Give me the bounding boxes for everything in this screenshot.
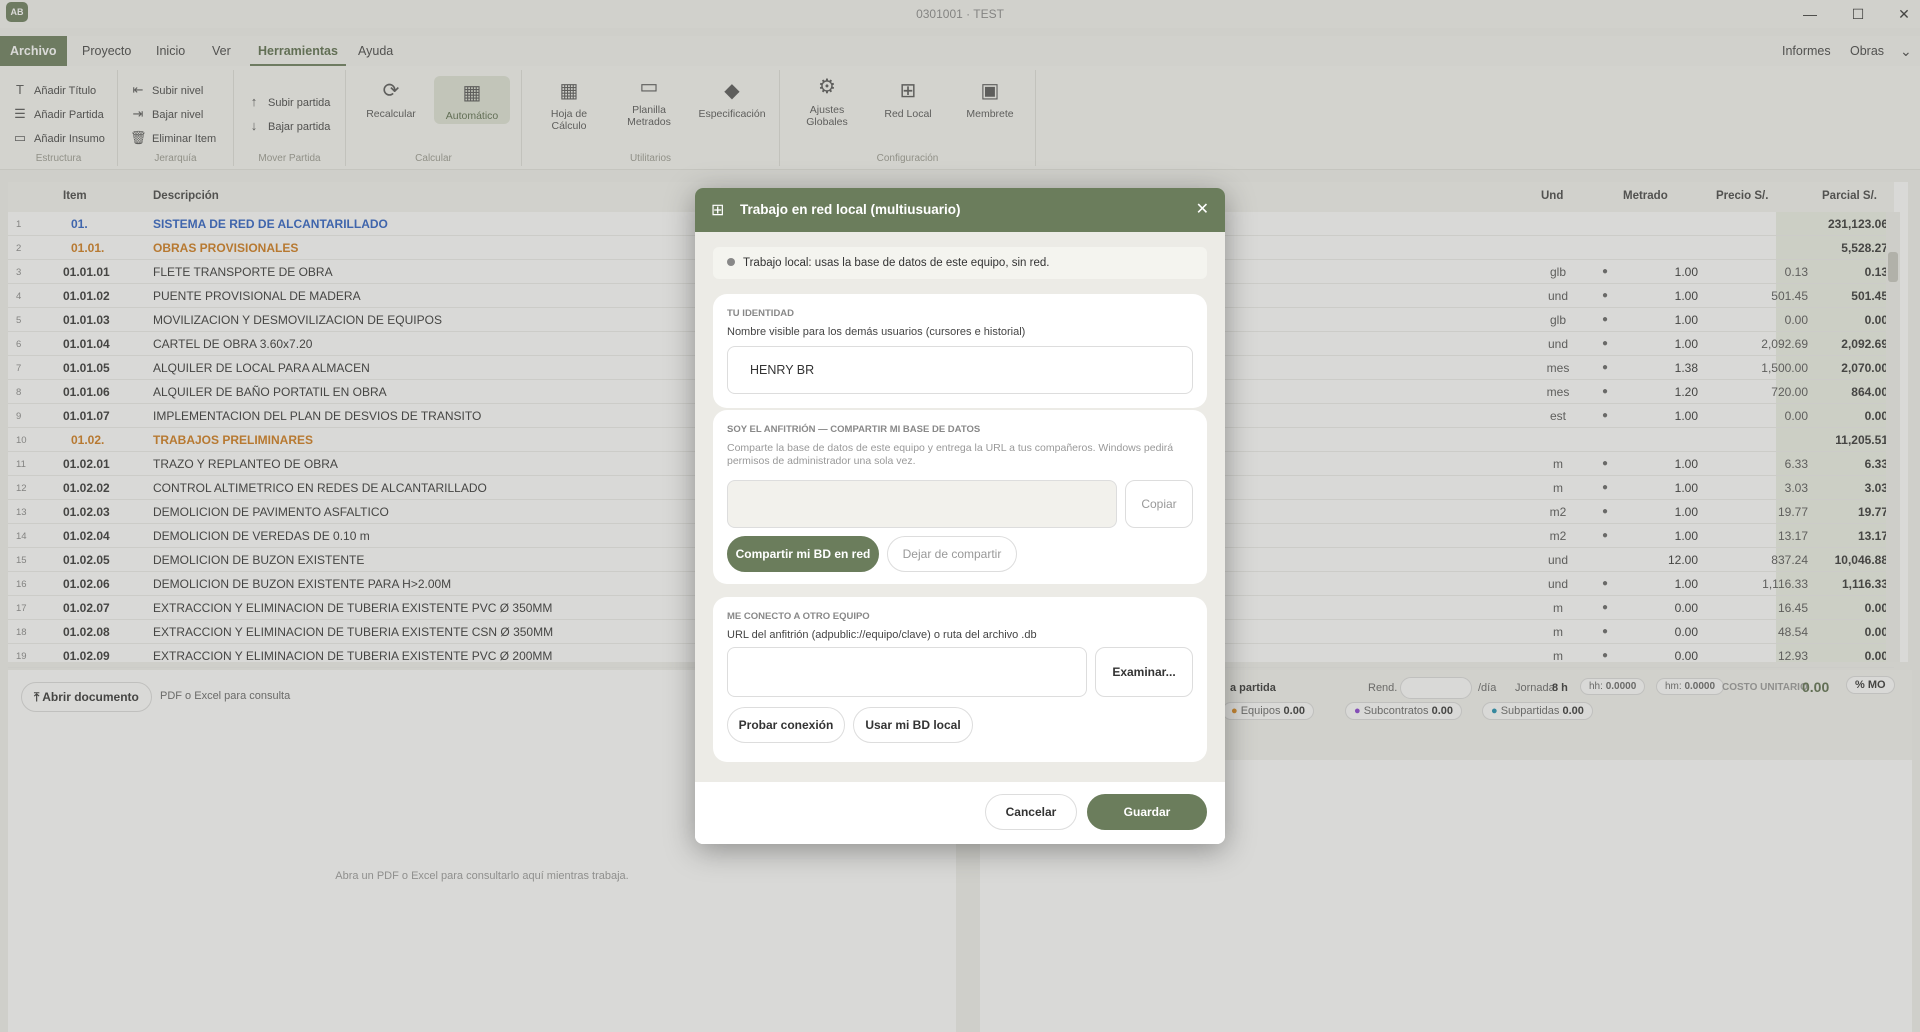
host-title: SOY EL ANFITRIÓN — COMPARTIR MI BASE DE …: [727, 424, 981, 435]
dialog-title: Trabajo en red local (multiusuario): [740, 202, 961, 217]
use-local-db-button[interactable]: Usar mi BD local: [853, 707, 973, 743]
host-url-input[interactable]: [727, 647, 1087, 697]
dialog-header: ⊞ Trabajo en red local (multiusuario) ✕: [695, 188, 1225, 232]
copy-button[interactable]: Copiar: [1125, 480, 1193, 528]
identity-label: Nombre visible para los demás usuarios (…: [727, 326, 1026, 338]
host-card: SOY EL ANFITRIÓN — COMPARTIR MI BASE DE …: [713, 410, 1207, 584]
display-name-input[interactable]: HENRY BR: [727, 346, 1193, 394]
connect-label: URL del anfitrión (adpublic://equipo/cla…: [727, 629, 1037, 641]
connect-card: ME CONECTO A OTRO EQUIPO URL del anfitri…: [713, 597, 1207, 762]
connect-title: ME CONECTO A OTRO EQUIPO: [727, 611, 870, 622]
status-dot-icon: [727, 258, 735, 266]
dialog-body: Trabajo local: usas la base de datos de …: [695, 232, 1225, 782]
save-button[interactable]: Guardar: [1087, 794, 1207, 830]
host-desc: Comparte la base de datos de este equipo…: [727, 442, 1174, 467]
network-icon: ⊞: [711, 202, 725, 219]
browse-button[interactable]: Examinar...: [1095, 647, 1193, 697]
share-db-button[interactable]: Compartir mi BD en red: [727, 536, 879, 572]
close-icon[interactable]: ✕: [1196, 199, 1209, 219]
dialog-footer: Cancelar Guardar: [695, 782, 1225, 844]
test-connection-button[interactable]: Probar conexión: [727, 707, 845, 743]
host-url-field[interactable]: [727, 480, 1117, 528]
stop-sharing-button[interactable]: Dejar de compartir: [887, 536, 1017, 572]
identity-card: TU IDENTIDAD Nombre visible para los dem…: [713, 294, 1207, 408]
identity-title: TU IDENTIDAD: [727, 308, 795, 319]
cancel-button[interactable]: Cancelar: [985, 794, 1077, 830]
network-dialog: ⊞ Trabajo en red local (multiusuario) ✕ …: [695, 188, 1225, 844]
status-box: Trabajo local: usas la base de datos de …: [713, 247, 1207, 279]
